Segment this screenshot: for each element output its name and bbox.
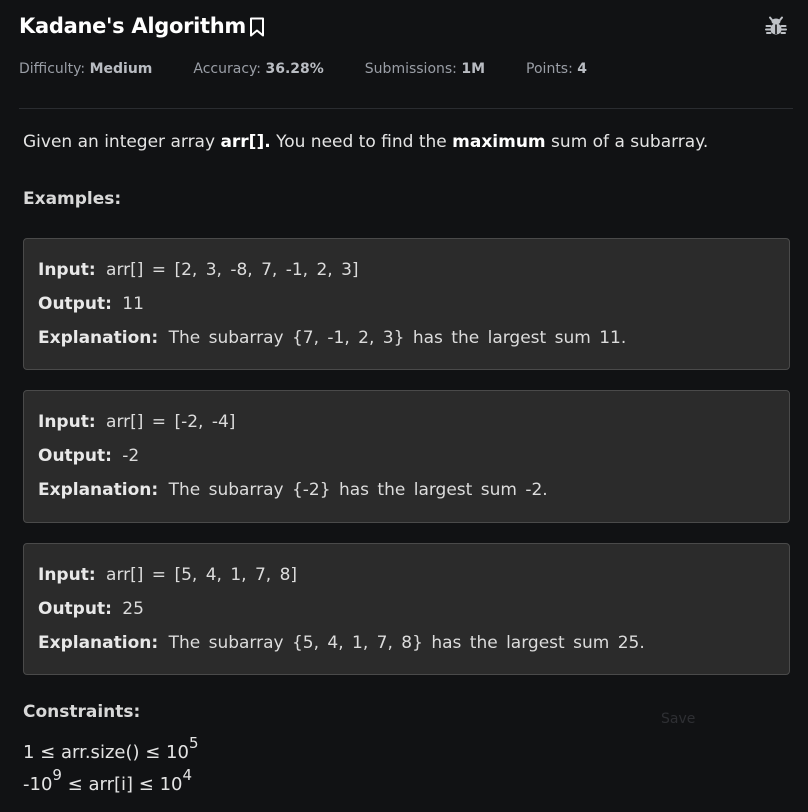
example-input: Input: arr[] = [2, 3, -8, 7, -1, 2, 3] <box>38 260 359 280</box>
example-output: Output: 25 <box>38 599 144 619</box>
constraints-heading: Constraints: <box>23 702 141 722</box>
title-row: Kadane's Algorithm <box>19 8 789 44</box>
example-output: Output: 11 <box>38 294 144 314</box>
example-box: Input: arr[] = [-2, -4] Output: -2 Expla… <box>23 390 790 523</box>
example-box: Input: arr[] = [2, 3, -8, 7, -1, 2, 3] O… <box>23 238 790 370</box>
constraint-line: 1 ≤ arr.size() ≤ 105 <box>23 734 199 763</box>
example-explanation: Explanation: The subarray {7, -1, 2, 3} … <box>38 328 627 348</box>
examples-heading: Examples: <box>23 189 122 209</box>
problem-page: Kadane's Algorithm Difficulty: Medium Ac… <box>0 0 808 812</box>
difficulty: Difficulty: Medium <box>19 61 153 77</box>
points: Points: 4 <box>526 61 588 77</box>
accuracy: Accuracy: 36.28% <box>193 61 324 77</box>
example-box: Input: arr[] = [5, 4, 1, 7, 8] Output: 2… <box>23 543 790 675</box>
problem-statement: Given an integer array arr[]. You need t… <box>23 132 709 152</box>
bookmark-icon[interactable] <box>249 17 265 37</box>
example-explanation: Explanation: The subarray {5, 4, 1, 7, 8… <box>38 633 645 653</box>
bug-icon[interactable] <box>763 13 789 39</box>
divider <box>19 108 793 109</box>
example-explanation: Explanation: The subarray {-2} has the l… <box>38 480 548 500</box>
problem-title: Kadane's Algorithm <box>19 14 247 38</box>
example-output: Output: -2 <box>38 446 140 466</box>
constraint-line: -109 ≤ arr[i] ≤ 104 <box>23 766 193 795</box>
submissions: Submissions: 1M <box>364 61 486 77</box>
example-input: Input: arr[] = [5, 4, 1, 7, 8] <box>38 565 298 585</box>
save-button[interactable]: Save <box>661 711 695 727</box>
example-input: Input: arr[] = [-2, -4] <box>38 412 236 432</box>
problem-meta: Difficulty: Medium Accuracy: 36.28% Subm… <box>19 61 628 77</box>
